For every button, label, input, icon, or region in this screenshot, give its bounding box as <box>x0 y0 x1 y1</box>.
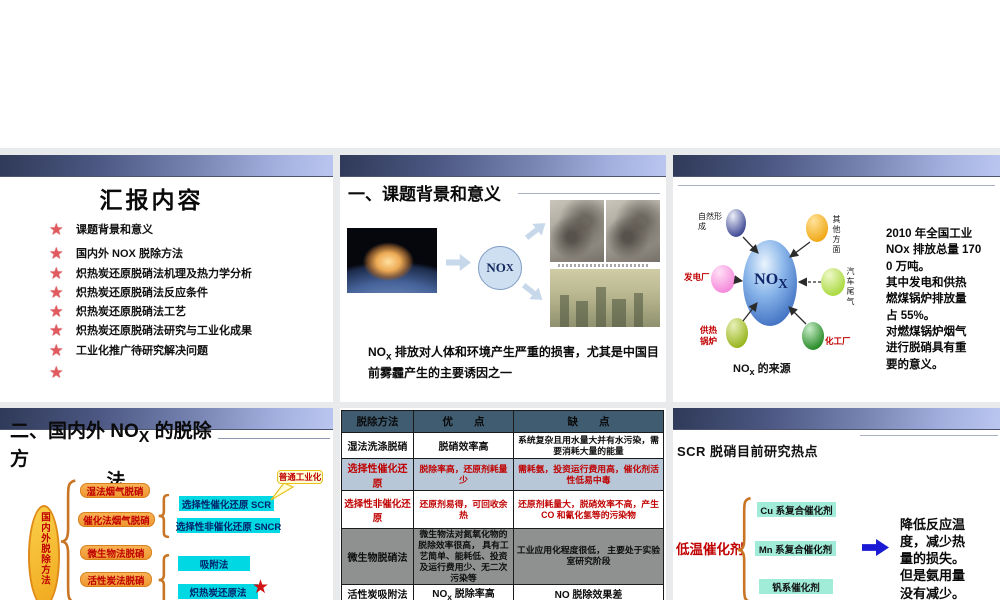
list-item: ★ 国内外 NOX 脱除方法 <box>50 245 183 261</box>
result-arrow-icon <box>862 539 889 556</box>
nox-center-label: NOX <box>754 271 788 292</box>
slide6-title: SCR 脱硝目前研究热点 <box>677 444 819 459</box>
label-other-sources: 其他方面 <box>832 215 841 255</box>
col-header-cons: 缺 点 <box>513 410 664 433</box>
callout-industrialized: 普通工业化 <box>277 470 323 484</box>
star-bullet-icon: ★ <box>50 322 63 338</box>
earth-image <box>347 228 437 293</box>
table-row: 选择性催化还原 脱除率高，还原剂耗量少 需耗氨，投资运行费用高，催化剂活性低易中… <box>341 458 664 491</box>
star-bullet-icon: ★ <box>50 284 63 300</box>
method-box-catalytic: 催化法烟气脱硝 <box>78 512 155 527</box>
title-underline <box>218 438 330 439</box>
slide-thumbnail-5[interactable]: 脱除方法 优 点 缺 点 湿法洗涤脱硝 脱硝效率高 系统复杂且用水量大并有水污染… <box>340 408 666 600</box>
table-row: 活性炭吸附法 NOx 脱除率高 NO 脱除效果差 <box>341 583 664 600</box>
sub-box-adsorption: 吸附法 <box>178 556 250 571</box>
slide2-body-text: NOx 排放对人体和环境产生严重的损害，尤其是中国目 前雾霾产生的主要诱因之一 <box>368 345 659 381</box>
slide2-title: 一、课题背景和意义 <box>348 185 501 204</box>
root-node-oval: 国内外脱除方法 <box>28 505 60 600</box>
handout-page: 汇报内容 ★ 课题背景和意义 ★ 国内外 NOX 脱除方法 ★ 炽热炭还原脱硝法机理及… <box>0 0 1000 600</box>
table-row: 微生物脱硝法 微生物法对氮氧化物的脱除效率很高， 具有工艺简单、能耗低、投资及运… <box>341 528 664 585</box>
slide-header-bar <box>673 408 1000 430</box>
star-bullet-icon: ★ <box>50 303 63 319</box>
brace-carbon <box>158 554 170 600</box>
list-item: ★ <box>50 364 76 381</box>
low-temp-catalyst-label: 低温催化剂 <box>676 542 744 557</box>
col-header-pros: 优 点 <box>413 410 514 433</box>
table-row: 选择性非催化还原 还原剂易得，可回收余热 还原剂耗量大，脱硝效率不高，产生 CO… <box>341 490 664 529</box>
slide-thumbnail-3[interactable]: NOX 自然形成 其他方面 发电厂 汽车尾气 供热锅炉 化工厂 NOx 的来源 … <box>673 155 1000 402</box>
star-bullet-icon: ★ <box>50 245 63 261</box>
label-car-exhaust: 汽车尾气 <box>846 267 855 307</box>
method-box-carbon: 活性炭法脱硝 <box>80 572 152 587</box>
star-bullet-icon: ★ <box>50 221 63 237</box>
label-heating-boiler: 供热锅炉 <box>700 325 718 346</box>
star-bullet-icon: ★ <box>50 364 63 380</box>
list-item: ★ 炽热炭还原脱硝法机理及热力学分析 <box>50 265 252 281</box>
list-item: ★ 工业化推广待研究解决问题 <box>50 342 208 358</box>
slide-header-bar <box>340 155 666 177</box>
slide-thumbnail-6[interactable]: SCR 脱硝目前研究热点 低温催化剂 Cu 系复合催化剂 Mn 系复合催化剂 钒… <box>673 408 1000 600</box>
eroded-statues-photos <box>550 200 660 262</box>
brace-catalysts <box>737 496 753 600</box>
slide-header-bar <box>0 155 333 177</box>
smog-city-photo <box>550 269 660 327</box>
callout-tail <box>270 482 295 501</box>
right-arrow-icon <box>446 254 471 271</box>
method-box-wet: 湿法烟气脱硝 <box>80 483 150 498</box>
method-box-bio: 微生物法脱硝 <box>80 545 152 560</box>
methods-comparison-table: 脱除方法 优 点 缺 点 湿法洗涤脱硝 脱硝效率高 系统复杂且用水量大并有水污染… <box>341 410 664 600</box>
highlight-star-icon: ★ <box>252 577 270 598</box>
sub-box-sncr: 选择性非催化还原 SNCR <box>176 518 281 533</box>
list-item: ★ 炽热炭还原脱硝法反应条件 <box>50 284 208 300</box>
list-item: ★ 炽热炭还原脱硝法研究与工业化成果 <box>50 322 252 338</box>
nox-circle: NO X <box>478 246 522 290</box>
slide6-body-text: 降低反应温 度，减少热 量的损失。 但是氨用量 没有减少。 <box>900 517 966 600</box>
down-right-arrow-icon <box>519 279 547 306</box>
slide-header-bar <box>673 155 1000 177</box>
header-rule <box>860 435 998 436</box>
col-header-method: 脱除方法 <box>341 410 414 433</box>
catalyst-box-cu: Cu 系复合催化剂 <box>757 502 836 517</box>
title-underline <box>518 193 660 194</box>
table-header-row: 脱除方法 优 点 缺 点 <box>341 410 664 433</box>
list-item: ★ 炽热炭还原脱硝法工艺 <box>50 303 186 319</box>
list-item: ★ 课题背景和意义 <box>50 221 153 237</box>
slide3-body-text: 2010 年全国工业 NOx 排放总量 170 0 万吨。 其中发电和供热 燃煤… <box>886 228 982 371</box>
sub-box-scr: 选择性催化还原 SCR <box>179 496 274 511</box>
slide-thumbnail-1[interactable]: 汇报内容 ★ 课题背景和意义 ★ 国内外 NOX 脱除方法 ★ 炽热炭还原脱硝法机理及… <box>0 155 333 402</box>
brace-main <box>60 478 77 600</box>
photo-caption-illegible <box>558 264 650 267</box>
header-rule <box>678 185 995 186</box>
up-right-arrow-icon <box>522 217 550 244</box>
slide1-title: 汇报内容 <box>99 187 204 213</box>
catalyst-box-mn: Mn 系复合催化剂 <box>755 541 836 556</box>
star-bullet-icon: ★ <box>50 342 63 358</box>
star-bullet-icon: ★ <box>50 265 63 281</box>
table-row: 湿法洗涤脱硝 脱硝效率高 系统复杂且用水量大并有水污染，需要消耗大量的能量 <box>341 432 664 459</box>
label-power-plant: 发电厂 <box>684 272 710 282</box>
label-chemical-plant: 化工厂 <box>825 336 851 346</box>
sub-box-hot-carbon: 炽热炭还原法 <box>178 584 258 599</box>
slide-thumbnail-4[interactable]: 二、国内外 NOX 的脱除方 法 国内外脱除方法 湿法烟气脱硝 催化法烟气脱硝 … <box>0 408 333 600</box>
catalyst-box-v: 钒系催化剂 <box>759 579 833 594</box>
slide-thumbnail-2[interactable]: 一、课题背景和意义 NO X NOx 排放对人体和环境产生严重的损害，尤其是中国目… <box>340 155 666 402</box>
brace-catalytic <box>158 494 170 538</box>
diagram-caption: NOx 的来源 <box>733 363 791 378</box>
label-natural-formation: 自然形成 <box>698 212 722 231</box>
